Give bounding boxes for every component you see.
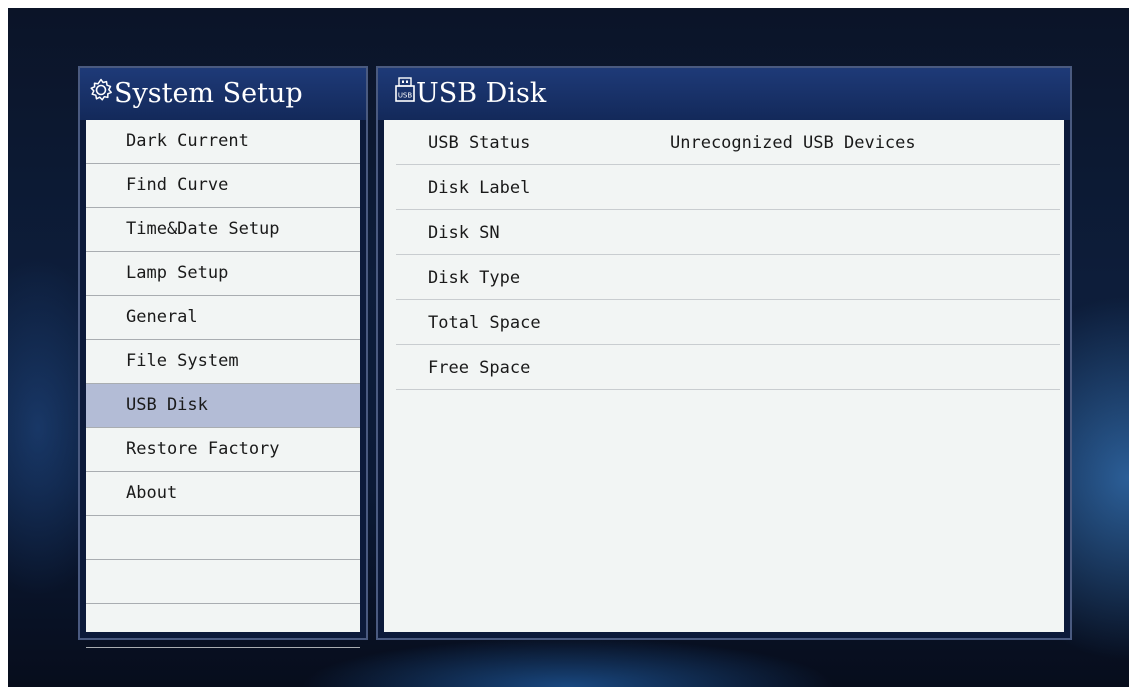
svg-text:USB: USB (398, 91, 413, 99)
menu-item-time-date-setup[interactable]: Time&Date Setup (86, 208, 360, 252)
menu-item-general[interactable]: General (86, 296, 360, 340)
menu-item-file-system[interactable]: File System (86, 340, 360, 384)
usb-status-label: USB Status (428, 133, 531, 153)
usb-disk-info: USB Status Unrecognized USB Devices Disk… (384, 120, 1064, 632)
usb-disk-title: USB Disk (416, 78, 547, 109)
disk-sn-label: Disk SN (428, 223, 500, 243)
menu-item-empty (86, 560, 360, 604)
system-setup-menu: Dark Current Find Curve Time&Date Setup … (86, 120, 360, 648)
free-space-row: Free Space (396, 345, 1060, 390)
menu-item-dark-current[interactable]: Dark Current (86, 120, 360, 164)
menu-item-find-curve[interactable]: Find Curve (86, 164, 360, 208)
disk-label-label: Disk Label (428, 178, 531, 198)
disk-sn-row: Disk SN (396, 210, 1060, 255)
menu-item-empty (86, 604, 360, 648)
menu-item-about[interactable]: About (86, 472, 360, 516)
menu-item-lamp-setup[interactable]: Lamp Setup (86, 252, 360, 296)
usb-status-value: Unrecognized USB Devices (670, 133, 916, 153)
free-space-label: Free Space (428, 358, 531, 378)
usb-status-row: USB Status Unrecognized USB Devices (396, 120, 1060, 165)
system-setup-header: System Setup (80, 68, 366, 120)
usb-disk-icon: USB (394, 69, 416, 121)
disk-type-label: Disk Type (428, 268, 521, 288)
usb-disk-panel: USB USB Disk USB Status Unrecognized USB… (376, 66, 1072, 640)
usb-disk-header: USB USB Disk (378, 68, 1070, 120)
device-screen: System Setup Dark Current Find Curve Tim… (8, 8, 1129, 687)
menu-item-empty (86, 516, 360, 560)
menu-item-restore-factory[interactable]: Restore Factory (86, 428, 360, 472)
menu-item-usb-disk[interactable]: USB Disk (86, 384, 360, 428)
gear-icon (88, 69, 114, 121)
system-setup-panel: System Setup Dark Current Find Curve Tim… (78, 66, 368, 648)
total-space-label: Total Space (428, 313, 541, 333)
system-setup-title: System Setup (114, 78, 303, 109)
disk-label-row: Disk Label (396, 165, 1060, 210)
disk-type-row: Disk Type (396, 255, 1060, 300)
total-space-row: Total Space (396, 300, 1060, 345)
